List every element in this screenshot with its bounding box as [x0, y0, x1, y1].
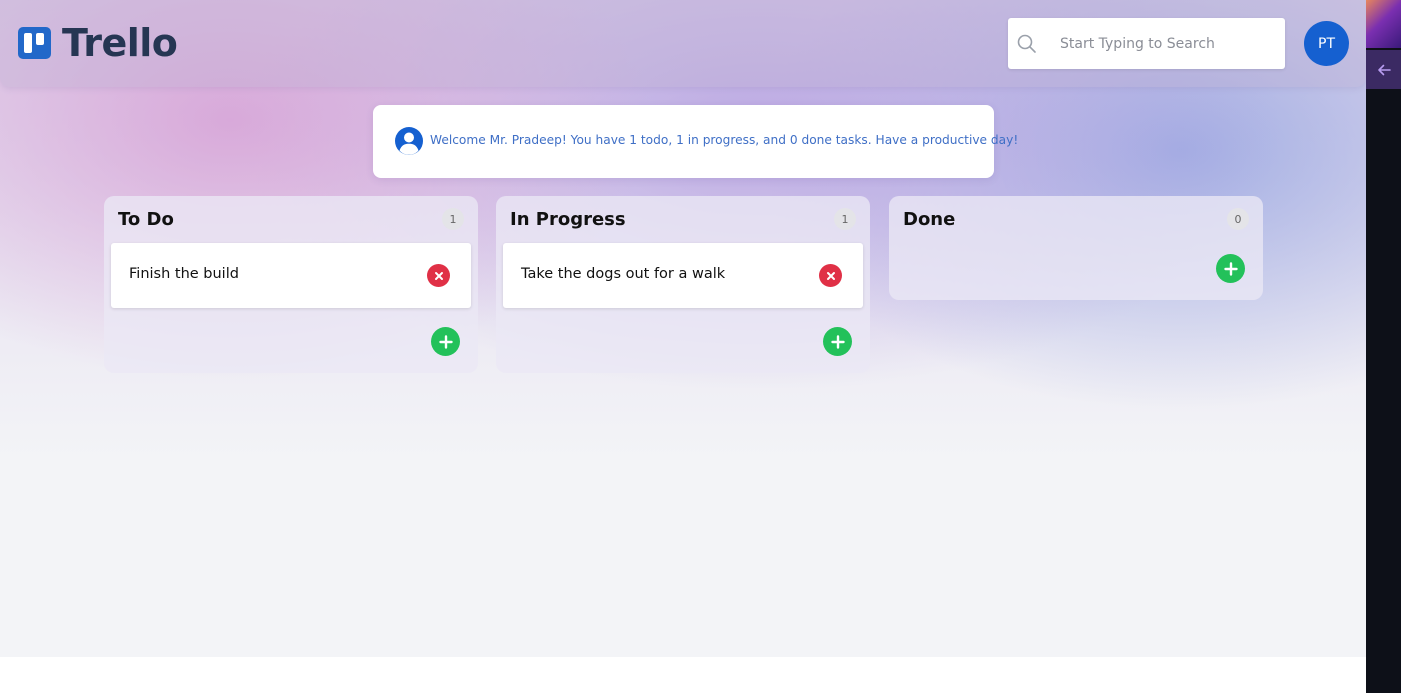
count-badge: 1: [834, 208, 856, 230]
column-title: To Do: [118, 209, 174, 230]
task-text: Finish the build: [129, 266, 239, 282]
add-task-button[interactable]: [431, 327, 460, 356]
search-box: [1008, 18, 1285, 69]
column-done: Done 0: [889, 196, 1263, 300]
close-icon: [434, 271, 443, 280]
app-header: Trello PT: [0, 0, 1366, 87]
welcome-banner: Welcome Mr. Pradeep! You have 1 todo, 1 …: [373, 105, 1018, 178]
logo[interactable]: Trello: [18, 21, 178, 65]
search-icon: [1017, 34, 1036, 53]
user-circle-icon: [395, 127, 423, 155]
delete-task-button[interactable]: [427, 264, 450, 287]
task-text: Take the dogs out for a walk: [521, 266, 726, 282]
column-in-progress: In Progress 1 Take the dogs out for a wa…: [496, 196, 870, 373]
trello-logo-icon: [18, 27, 51, 59]
count-badge: 0: [1227, 208, 1249, 230]
close-icon: [826, 271, 835, 280]
add-task-button[interactable]: [1216, 254, 1245, 283]
side-panel-thumbnail: [1366, 0, 1401, 48]
column-title: In Progress: [510, 209, 626, 230]
column-title: Done: [903, 209, 956, 230]
count-badge: 1: [442, 208, 464, 230]
delete-task-button[interactable]: [819, 264, 842, 287]
board-page: Trello PT Welcome Mr. Pradeep! You have …: [0, 0, 1366, 657]
welcome-message: Welcome Mr. Pradeep! You have 1 todo, 1 …: [430, 133, 1019, 147]
search-input[interactable]: [1060, 18, 1275, 69]
avatar[interactable]: PT: [1304, 21, 1349, 66]
logo-text: Trello: [62, 21, 178, 65]
column-todo: To Do 1 Finish the build: [104, 196, 478, 373]
browser-side-panel: [1366, 0, 1401, 693]
task-card[interactable]: Take the dogs out for a walk: [503, 243, 863, 308]
task-card[interactable]: Finish the build: [111, 243, 471, 308]
arrow-left-icon: [1377, 64, 1391, 75]
plus-icon: [1223, 261, 1238, 276]
plus-icon: [830, 334, 845, 349]
side-panel-toggle[interactable]: [1366, 50, 1401, 89]
add-task-button[interactable]: [823, 327, 852, 356]
plus-icon: [438, 334, 453, 349]
